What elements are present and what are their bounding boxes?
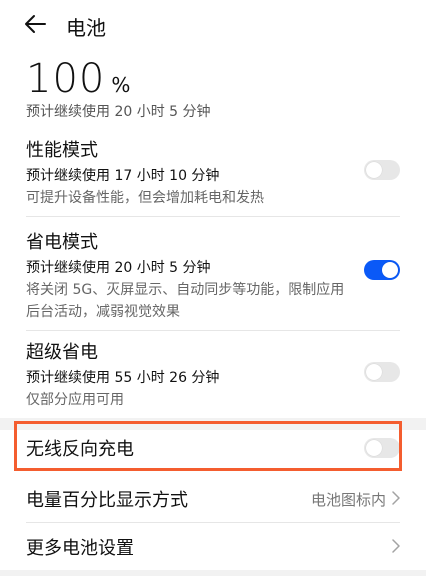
chevron-right-icon: [392, 490, 400, 509]
divider: [26, 330, 400, 331]
bottom-band: [0, 570, 426, 576]
back-arrow-icon: [24, 14, 46, 38]
ultra-power-saving-title: 超级省电: [26, 342, 98, 363]
performance-mode-desc: 可提升设备性能，但会增加耗电和发热: [26, 190, 264, 206]
performance-mode-title: 性能模式: [26, 140, 98, 161]
battery-percentage: 100 %: [26, 56, 130, 102]
more-battery-settings-row[interactable]: 更多电池设置: [26, 523, 400, 571]
more-battery-settings-value-wrap: [386, 538, 400, 557]
battery-percentage-display-value: 电池图标内: [310, 490, 386, 509]
page-title: 电池: [66, 15, 106, 40]
divider: [26, 216, 400, 217]
battery-percent-value: 100: [26, 56, 106, 102]
power-saving-mode-desc: 将关闭 5G、灭屏显示、自动同步等功能，限制应用后台活动，减弱视觉效果: [26, 282, 345, 320]
ultra-power-saving-toggle[interactable]: [364, 362, 400, 382]
ultra-power-saving-remaining: 预计继续使用 55 小时 26 分钟: [26, 370, 220, 386]
header: 电池: [24, 10, 106, 42]
battery-percentage-display-label: 电量百分比显示方式: [26, 490, 188, 511]
battery-percentage-display-value-wrap: 电池图标内: [311, 489, 400, 510]
power-saving-mode-item[interactable]: 省电模式 预计继续使用 20 小时 5 分钟 将关闭 5G、灭屏显示、自动同步等…: [26, 228, 400, 323]
performance-mode-toggle[interactable]: [364, 160, 400, 180]
battery-percent-unit: %: [111, 73, 131, 97]
back-button[interactable]: [24, 12, 52, 40]
power-saving-mode-title: 省电模式: [26, 232, 98, 253]
ultra-power-saving-item[interactable]: 超级省电 预计继续使用 55 小时 26 分钟 仅部分应用可用: [26, 338, 400, 411]
power-saving-mode-remaining: 预计继续使用 20 小时 5 分钟: [26, 260, 211, 276]
performance-mode-item[interactable]: 性能模式 预计继续使用 17 小时 10 分钟 可提升设备性能，但会增加耗电和发…: [26, 136, 400, 209]
power-saving-mode-toggle[interactable]: [364, 260, 400, 280]
battery-percentage-display-row[interactable]: 电量百分比显示方式 电池图标内: [26, 475, 400, 523]
highlight-box: [14, 421, 402, 471]
chevron-right-icon: [392, 538, 400, 557]
toggle-knob: [366, 364, 382, 380]
more-battery-settings-label: 更多电池设置: [26, 538, 134, 559]
remaining-time: 预计继续使用 20 小时 5 分钟: [26, 104, 211, 120]
toggle-knob: [382, 262, 398, 278]
performance-mode-remaining: 预计继续使用 17 小时 10 分钟: [26, 168, 220, 184]
toggle-knob: [366, 162, 382, 178]
ultra-power-saving-desc: 仅部分应用可用: [26, 392, 124, 408]
